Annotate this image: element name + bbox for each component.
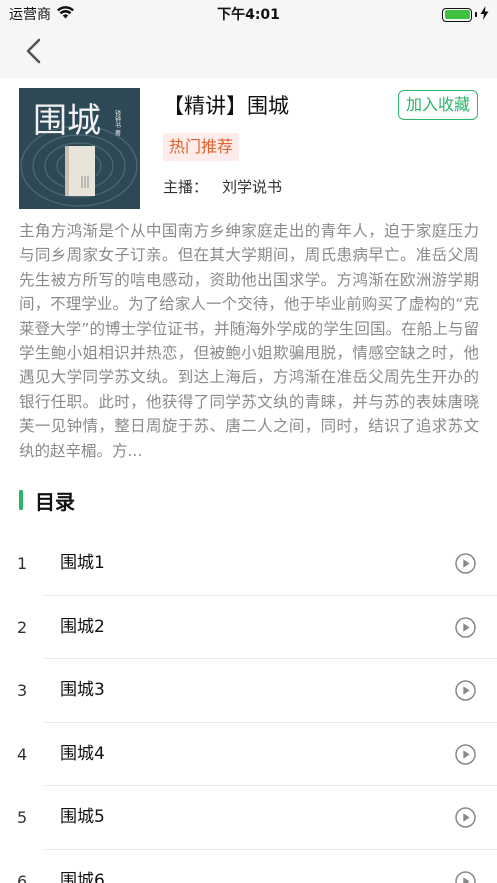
- cover-author-text: 钱钟书 著: [114, 109, 121, 137]
- charging-bolt-icon: [480, 5, 489, 24]
- item-number: 4: [17, 744, 28, 764]
- chevron-left-icon: [26, 38, 41, 64]
- catalog-item[interactable]: 2 围城2: [0, 596, 497, 660]
- item-number: 3: [17, 681, 28, 701]
- book-title: 【精讲】围城: [163, 94, 289, 118]
- item-title: 围城6: [60, 870, 105, 883]
- item-title: 围城2: [60, 616, 105, 637]
- item-title: 围城3: [60, 680, 105, 701]
- play-circle-icon[interactable]: [455, 744, 476, 765]
- cover-title-text: 围城: [33, 101, 101, 141]
- battery-tip: [475, 12, 477, 17]
- host-info: 主播： 刘学说书: [163, 176, 282, 197]
- item-title: 围城5: [60, 807, 105, 828]
- item-number: 6: [17, 871, 28, 883]
- item-number: 5: [17, 808, 28, 828]
- hot-recommend-badge: 热门推荐: [163, 133, 240, 161]
- play-circle-icon[interactable]: [455, 616, 476, 638]
- status-time: 下午4:01: [217, 7, 280, 23]
- status-right: [442, 5, 489, 24]
- host-name: 刘学说书: [222, 178, 283, 196]
- catalog-item[interactable]: 6 围城6: [0, 850, 497, 883]
- catalog-item[interactable]: 5 围城5: [0, 786, 497, 850]
- item-number: 2: [17, 617, 28, 637]
- catalog-header: 目录: [19, 487, 75, 514]
- catalog-item[interactable]: 3 围城3: [0, 659, 497, 723]
- back-button[interactable]: [20, 36, 50, 66]
- status-bar: 运营商 下午4:01: [0, 0, 497, 26]
- catalog-item[interactable]: 4 围城4: [0, 723, 497, 787]
- play-circle-icon[interactable]: [455, 680, 476, 701]
- battery-icon: [442, 7, 472, 22]
- catalog-list: 1 围城1 2 围城2 3 围城3 4 围城4 5 围城5 6 围城6: [0, 532, 497, 883]
- add-favorite-button[interactable]: 加入收藏: [398, 90, 478, 120]
- item-number: 1: [17, 554, 28, 573]
- play-circle-icon[interactable]: [455, 871, 476, 883]
- book-cover-image: 围城 钱钟书 著: [19, 88, 140, 209]
- item-title: 围城4: [60, 743, 105, 764]
- nav-bar: [0, 26, 497, 78]
- host-label: 主播：: [163, 178, 209, 196]
- item-title: 围城1: [60, 553, 105, 573]
- catalog-item[interactable]: 1 围城1: [0, 532, 497, 596]
- catalog-title: 目录: [35, 489, 75, 514]
- book-description: 主角方鸿渐是个从中国南方乡绅家庭走出的青年人，迫于家庭压力与同乡周家女子订亲。但…: [19, 222, 479, 460]
- play-circle-icon[interactable]: [455, 553, 476, 574]
- catalog-accent-bar: [19, 490, 23, 510]
- play-circle-icon[interactable]: [455, 807, 476, 829]
